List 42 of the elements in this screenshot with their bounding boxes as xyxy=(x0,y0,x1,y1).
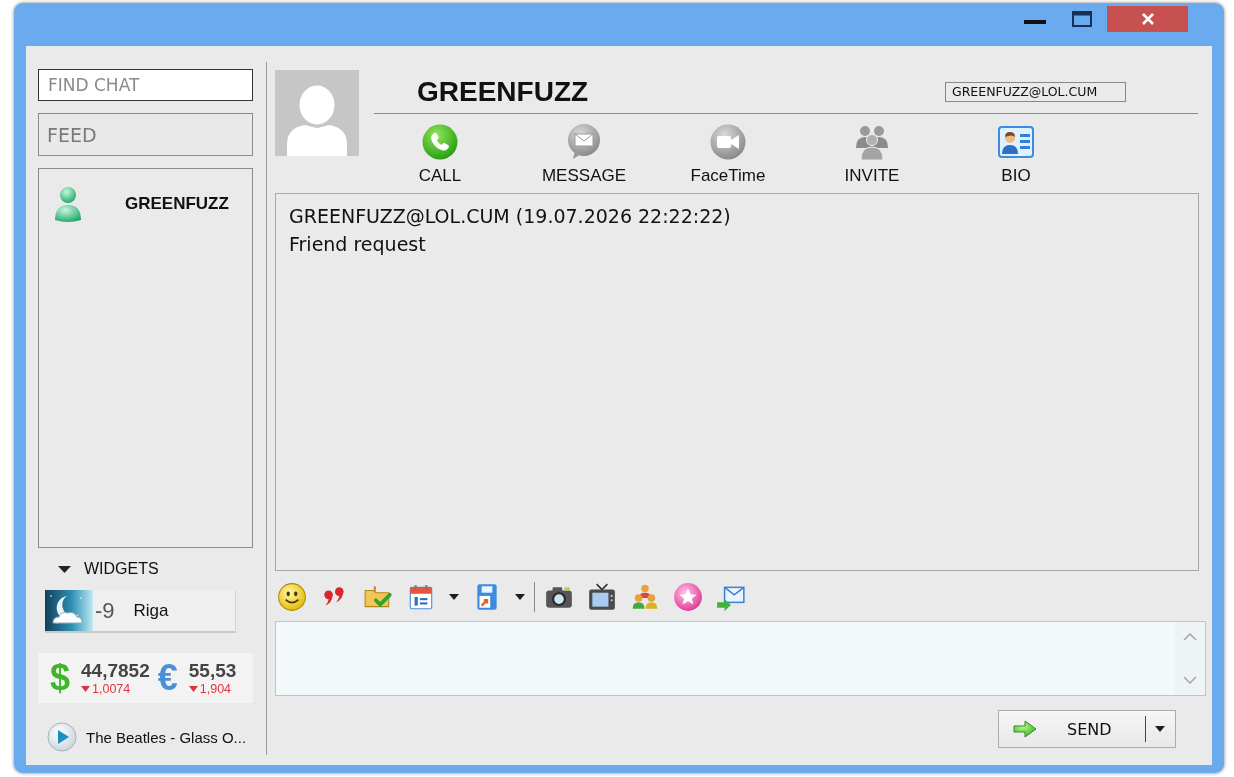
person-icon xyxy=(53,186,83,222)
currency-symbol: $ xyxy=(50,660,71,696)
caret-icon[interactable] xyxy=(449,594,459,600)
video-camera-icon xyxy=(710,124,746,160)
caret-icon xyxy=(1155,726,1165,732)
invite-button[interactable]: INVITE xyxy=(800,124,944,186)
bio-button[interactable]: BIO xyxy=(944,124,1088,186)
message-time: (19.07.2026 22:22:22) xyxy=(515,205,731,227)
tv-icon[interactable] xyxy=(587,582,617,612)
arrow-right-icon xyxy=(1013,720,1037,738)
send-button[interactable]: SEND xyxy=(998,710,1145,748)
close-button[interactable] xyxy=(1107,6,1188,32)
caret-icon[interactable] xyxy=(515,594,525,600)
rate-change: 1,0074 xyxy=(92,682,131,696)
contact-name: GREENFUZZ xyxy=(417,75,589,108)
smiley-icon[interactable] xyxy=(277,582,307,612)
currency-symbol: € xyxy=(157,660,178,696)
contact-item[interactable]: GREENFUZZ xyxy=(39,185,252,223)
widgets-toggle[interactable]: WIDGETS xyxy=(38,558,159,580)
city-name: Riga xyxy=(133,600,169,621)
exchange-rate: 55,53 xyxy=(188,660,237,682)
message-sender: GREENFUZZ@LOL.CUM xyxy=(289,205,510,227)
phone-icon xyxy=(422,124,458,160)
email-field: GREENFUZZ@LOL.CUM xyxy=(945,81,1126,102)
play-icon[interactable] xyxy=(47,722,77,752)
people-icon[interactable] xyxy=(630,582,660,612)
people-group-icon xyxy=(854,124,890,160)
send-options-button[interactable] xyxy=(1145,710,1176,748)
close-icon xyxy=(1141,13,1154,25)
call-button[interactable]: CALL xyxy=(368,124,512,186)
temperature-text: -9 xyxy=(95,597,115,624)
feed-button[interactable]: FEED xyxy=(38,113,253,156)
envelope-bubble-icon xyxy=(566,124,602,160)
exchange-rate: 44,7852 xyxy=(81,660,150,682)
video-call-button[interactable]: FaceTime xyxy=(656,124,800,186)
message-button[interactable]: MESSAGE xyxy=(512,124,656,186)
message-text: Friend request xyxy=(289,233,426,255)
maximize-icon[interactable] xyxy=(1072,11,1092,27)
id-card-icon xyxy=(998,124,1034,160)
track-title: The Beatles - Glass O... xyxy=(86,728,247,746)
rate-change: 1,904 xyxy=(199,682,232,696)
search-field[interactable]: FIND CHAT xyxy=(38,69,253,101)
